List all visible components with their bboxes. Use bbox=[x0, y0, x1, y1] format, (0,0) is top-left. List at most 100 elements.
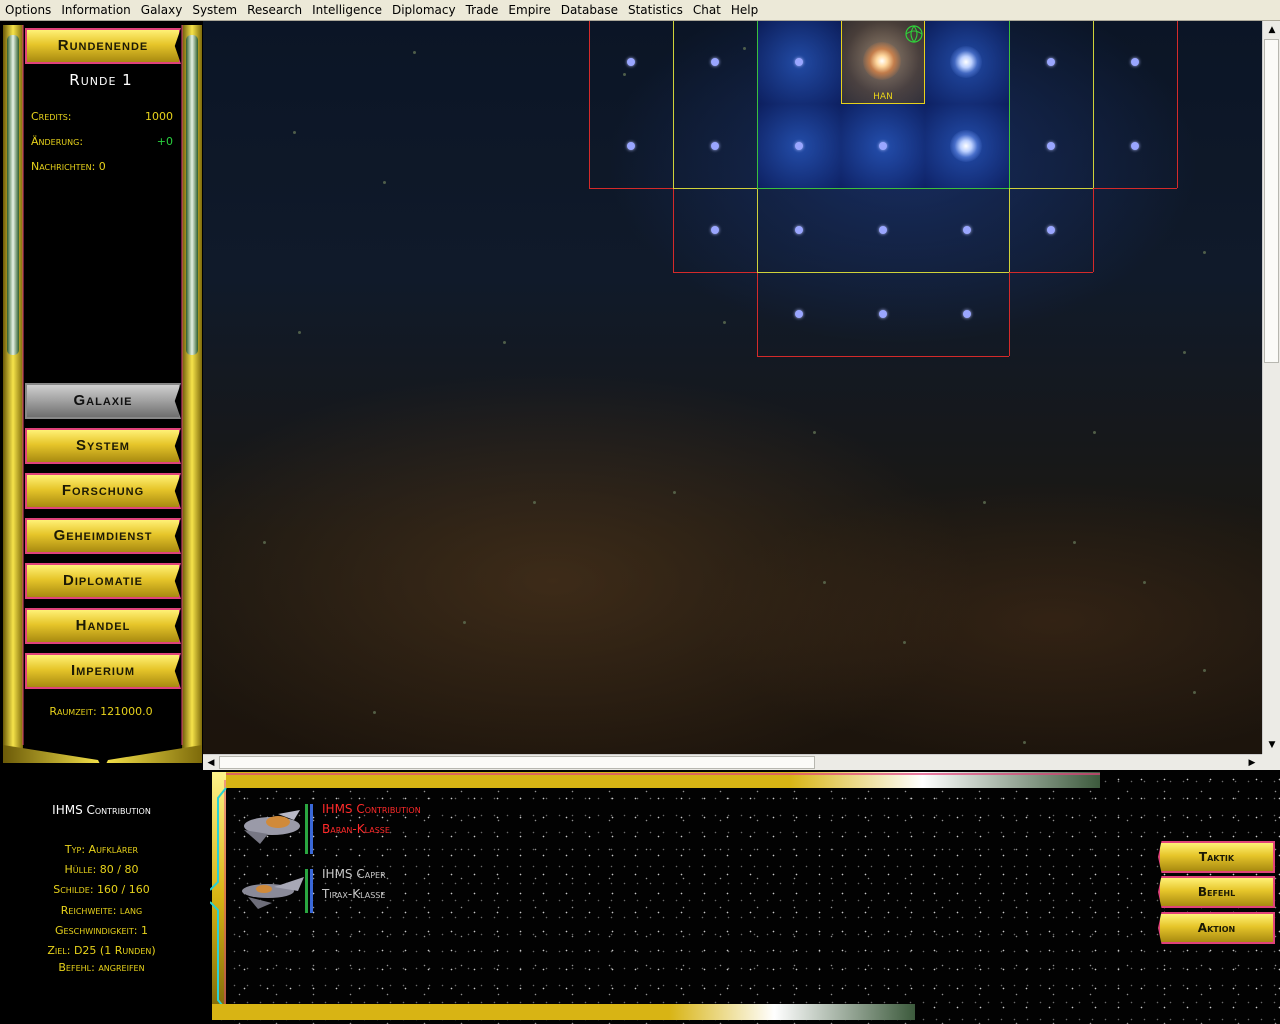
map-sector[interactable] bbox=[1093, 104, 1177, 188]
vertical-scrollbar[interactable]: ▲ ▼ bbox=[1262, 21, 1280, 754]
action-button[interactable]: Aktion bbox=[1158, 912, 1275, 944]
map-sector[interactable] bbox=[1009, 104, 1093, 188]
menu-database[interactable]: Database bbox=[556, 0, 623, 21]
map-sector[interactable] bbox=[925, 272, 1009, 356]
menu-diplomacy[interactable]: Diplomacy bbox=[387, 0, 461, 21]
map-sector[interactable] bbox=[1009, 21, 1093, 104]
menu-system[interactable]: System bbox=[187, 0, 242, 21]
change-value: +0 bbox=[156, 135, 173, 148]
inner-border bbox=[673, 188, 757, 189]
background-star bbox=[823, 581, 826, 584]
menu-statistics[interactable]: Statistics bbox=[623, 0, 688, 21]
star[interactable] bbox=[950, 130, 982, 162]
map-sector[interactable] bbox=[589, 21, 673, 104]
map-sector[interactable] bbox=[673, 21, 757, 104]
background-star bbox=[673, 491, 676, 494]
nav-system-button[interactable]: System bbox=[25, 428, 181, 464]
map-sector[interactable] bbox=[925, 188, 1009, 272]
scroll-down-arrow-icon[interactable]: ▼ bbox=[1264, 737, 1280, 753]
menu-galaxy[interactable]: Galaxy bbox=[136, 0, 188, 21]
scroll-right-arrow-icon[interactable]: ▶ bbox=[1244, 755, 1260, 771]
sector-marker bbox=[795, 58, 803, 66]
inner-border bbox=[673, 21, 674, 188]
map-sector[interactable] bbox=[1093, 21, 1177, 104]
territory-border bbox=[589, 188, 673, 189]
background-star bbox=[1203, 251, 1206, 254]
background-star bbox=[463, 621, 466, 624]
menu-research[interactable]: Research bbox=[242, 0, 307, 21]
menu-options[interactable]: Options bbox=[0, 0, 56, 21]
menu-help[interactable]: Help bbox=[726, 0, 763, 21]
scroll-left-arrow-icon[interactable]: ◀ bbox=[203, 755, 219, 771]
menu-chat[interactable]: Chat bbox=[688, 0, 726, 21]
nav-empire-button[interactable]: Imperium bbox=[25, 653, 181, 689]
map-sector[interactable] bbox=[757, 104, 841, 188]
nav-intelligence-button[interactable]: Geheimdienst bbox=[25, 518, 181, 554]
fleet-panel: IHMS Contribution Baran-Klasse IHMS Cape… bbox=[210, 770, 1280, 1024]
background-star bbox=[1193, 691, 1196, 694]
map-sector[interactable] bbox=[841, 272, 925, 356]
background-star bbox=[298, 331, 301, 334]
round-label: Runde 1 bbox=[69, 71, 133, 89]
vertical-scroll-thumb[interactable] bbox=[1264, 39, 1279, 363]
nav-trade-button[interactable]: Handel bbox=[25, 608, 181, 644]
ship-status-bars bbox=[305, 869, 313, 913]
menu-intelligence[interactable]: Intelligence bbox=[307, 0, 387, 21]
ship-info-range: Reichweite: lang bbox=[60, 904, 143, 917]
nav-galaxy-button[interactable]: Galaxie bbox=[25, 383, 181, 419]
spacetime-label: Raumzeit: 121000.0 bbox=[49, 705, 153, 718]
end-turn-button[interactable]: Rundenende bbox=[25, 28, 181, 64]
sector-marker bbox=[963, 226, 971, 234]
sector-marker bbox=[627, 58, 635, 66]
scroll-up-arrow-icon[interactable]: ▲ bbox=[1264, 22, 1280, 38]
map-sector[interactable] bbox=[673, 188, 757, 272]
star[interactable] bbox=[950, 46, 982, 78]
home-border bbox=[1009, 21, 1010, 188]
menu-trade[interactable]: Trade bbox=[461, 0, 504, 21]
ship-info-hull: Hülle: 80 / 80 bbox=[64, 863, 139, 876]
nav-research-button[interactable]: Forschung bbox=[25, 473, 181, 509]
sector-marker bbox=[711, 226, 719, 234]
background-star bbox=[723, 321, 726, 324]
map-sector[interactable] bbox=[757, 21, 841, 104]
fleet-ship-class: Tirax-Klasse bbox=[322, 887, 386, 901]
nav-diplomacy-button[interactable]: Diplomatie bbox=[25, 563, 181, 599]
map-sector[interactable] bbox=[841, 188, 925, 272]
home-border bbox=[757, 21, 758, 188]
messages-label: Nachrichten: 0 bbox=[31, 160, 106, 173]
empire-emblem-icon bbox=[905, 25, 923, 43]
map-sector[interactable] bbox=[589, 104, 673, 188]
menu-empire[interactable]: Empire bbox=[503, 0, 555, 21]
horizontal-scrollbar[interactable]: ◀ ▶ bbox=[203, 754, 1262, 770]
inner-border bbox=[757, 272, 1009, 273]
credits-value: 1000 bbox=[145, 110, 173, 123]
tactics-button[interactable]: Taktik bbox=[1158, 841, 1275, 873]
horizontal-scroll-thumb[interactable] bbox=[219, 756, 815, 769]
map-sector[interactable] bbox=[841, 104, 925, 188]
territory-border bbox=[1093, 188, 1177, 189]
scrollbar-corner bbox=[1262, 754, 1280, 770]
fleet-ship-class: Baran-Klasse bbox=[322, 822, 390, 836]
background-star bbox=[1143, 581, 1146, 584]
galaxy-map[interactable]: HAN bbox=[203, 21, 1262, 754]
territory-border bbox=[1009, 272, 1093, 273]
map-sector[interactable] bbox=[757, 188, 841, 272]
map-sector[interactable] bbox=[1009, 188, 1093, 272]
inner-border bbox=[1093, 21, 1094, 188]
background-star bbox=[903, 641, 906, 644]
menubar: Options Information Galaxy System Research In… bbox=[0, 0, 1280, 21]
fleet-ship-name: IHMS Contribution bbox=[322, 802, 421, 816]
background-star bbox=[1073, 541, 1076, 544]
background-star bbox=[413, 51, 416, 54]
ship-info-order: Befehl: angreifen bbox=[58, 961, 145, 974]
background-star bbox=[503, 341, 506, 344]
home-star[interactable] bbox=[863, 42, 901, 80]
inner-border bbox=[1009, 188, 1093, 189]
menu-information[interactable]: Information bbox=[56, 0, 135, 21]
map-sector[interactable] bbox=[673, 104, 757, 188]
map-sector[interactable] bbox=[757, 272, 841, 356]
background-star bbox=[263, 541, 266, 544]
territory-border bbox=[673, 188, 674, 272]
sector-marker bbox=[711, 58, 719, 66]
order-button[interactable]: Befehl bbox=[1158, 876, 1275, 908]
